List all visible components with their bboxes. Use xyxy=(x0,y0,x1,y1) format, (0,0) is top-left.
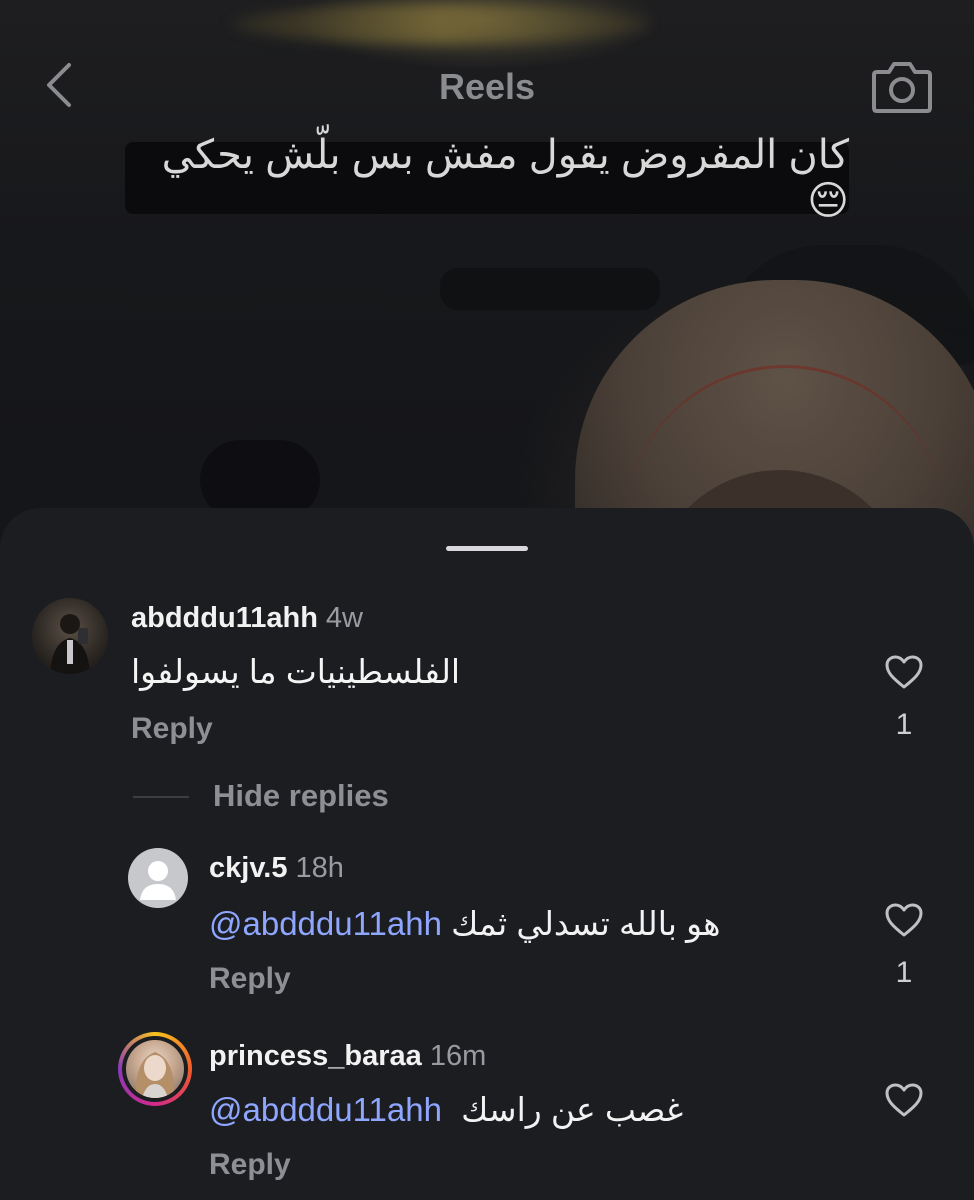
hide-replies-row[interactable]: Hide replies xyxy=(133,778,533,818)
sheet-drag-handle[interactable] xyxy=(446,546,528,551)
reply-username[interactable]: ckjv.5 18h xyxy=(209,852,344,885)
like-count: 1 xyxy=(895,708,913,741)
video-ceiling-slot xyxy=(440,268,660,310)
like-button[interactable] xyxy=(882,898,926,942)
divider-line xyxy=(133,796,189,798)
comment-text: الفلسطينيات ما يسولفوا xyxy=(131,653,461,690)
comments-sheet: abdddu11ahh 4w الفلسطينيات ما يسولفوا Rep… xyxy=(0,508,974,1200)
avatar xyxy=(126,1040,184,1098)
reply-text: @abdddu11ahh غصب عن راسك xyxy=(209,1090,683,1129)
camera-button[interactable] xyxy=(868,54,936,118)
video-caption: كان المفروض يقول مفش بس بلّش يحكي 😔 xyxy=(125,133,849,223)
reply-text-body: هو بالله تسدلي ثمك xyxy=(451,905,721,942)
reply-time: 18h xyxy=(295,852,344,884)
username-text[interactable]: princess_baraa xyxy=(209,1040,422,1072)
avatar-photo xyxy=(50,614,90,674)
username-text[interactable]: ckjv.5 xyxy=(209,852,287,884)
like-button[interactable] xyxy=(882,1078,926,1122)
heart-icon xyxy=(885,903,923,937)
reply-username[interactable]: princess_baraa 16m xyxy=(209,1040,486,1073)
like-count: 1 xyxy=(895,956,913,989)
mention-link[interactable]: @abdddu11ahh xyxy=(209,1091,442,1128)
video-ceiling-light xyxy=(230,4,650,44)
reply-time: 16m xyxy=(429,1040,487,1072)
avatar-photo xyxy=(135,1052,175,1098)
comment-username[interactable]: abdddu11ahh 4w xyxy=(131,602,363,635)
username-text[interactable]: abdddu11ahh xyxy=(131,602,318,634)
comment-time: 4w xyxy=(325,602,363,634)
page-title: Reels xyxy=(438,66,536,107)
mention-link[interactable]: @abdddu11ahh xyxy=(209,905,442,942)
camera-icon xyxy=(872,62,932,113)
reply-button[interactable]: Reply xyxy=(131,712,213,746)
default-avatar-icon xyxy=(140,861,176,900)
like-button[interactable] xyxy=(882,650,926,694)
reply-text-body: غصب عن راسك xyxy=(461,1091,684,1128)
avatar[interactable] xyxy=(32,598,108,674)
heart-icon xyxy=(885,655,923,689)
reply-button[interactable]: Reply xyxy=(209,962,291,996)
top-bar: Reels xyxy=(0,40,974,130)
reply-text: @abdddu11ahh هو بالله تسدلي ثمك xyxy=(209,904,721,943)
avatar-story-ring[interactable] xyxy=(118,1032,192,1106)
reply-button[interactable]: Reply xyxy=(209,1148,291,1182)
hide-replies-button[interactable]: Hide replies xyxy=(213,778,389,814)
heart-icon xyxy=(885,1083,923,1117)
avatar[interactable] xyxy=(128,848,188,908)
